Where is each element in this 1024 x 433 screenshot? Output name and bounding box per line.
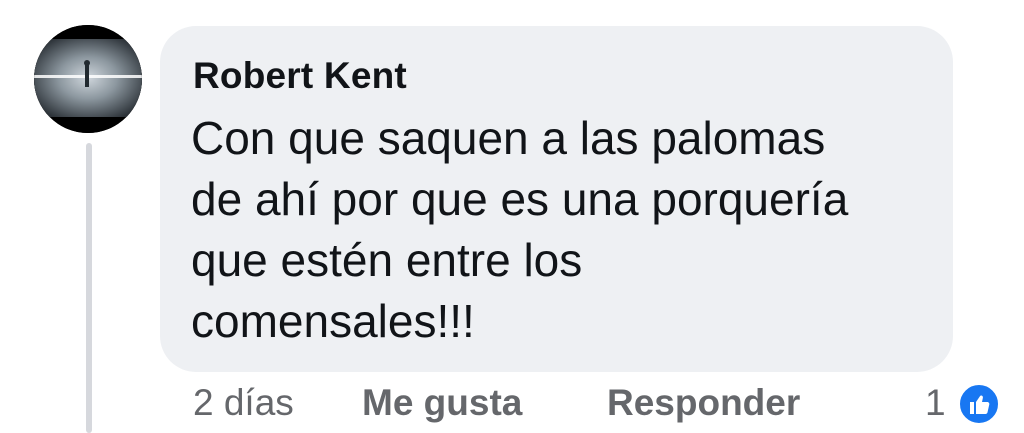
comment-text-line: que estén entre los xyxy=(191,234,583,286)
comment-text-line: comensales!!! xyxy=(191,295,475,347)
thumbs-up-glyph xyxy=(970,395,990,414)
comment-action-bar: 2 días Me gusta Responder 1 xyxy=(0,382,1024,424)
avatar-image xyxy=(34,25,142,133)
comment-text-line: de ahí por que es una porquería xyxy=(191,173,849,225)
like-button[interactable]: Me gusta xyxy=(362,382,522,424)
comment-text: Con que saquen a las palomas de ahí por … xyxy=(191,108,931,352)
author-avatar[interactable] xyxy=(34,25,142,133)
comment-timestamp[interactable]: 2 días xyxy=(193,382,294,424)
comment-author-name[interactable]: Robert Kent xyxy=(193,55,407,97)
reply-button[interactable]: Responder xyxy=(607,382,800,424)
reaction-count[interactable]: 1 xyxy=(925,382,946,424)
comment-text-line: Con que saquen a las palomas xyxy=(191,112,826,164)
thumbs-up-icon[interactable] xyxy=(957,382,1001,426)
